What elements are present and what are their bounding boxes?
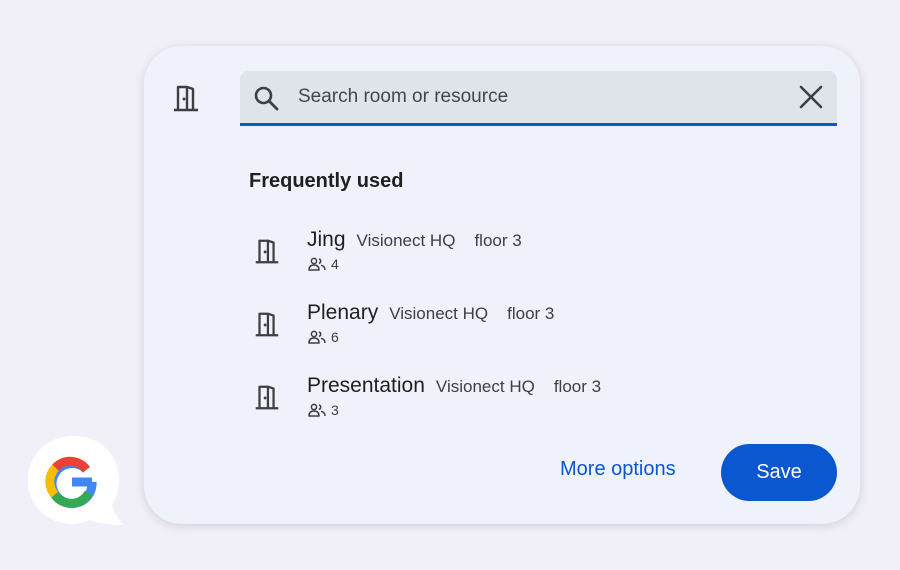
room-item-plenary[interactable]: Plenary Visionect HQ floor 3 6 xyxy=(240,291,837,364)
room-building: Visionect HQ xyxy=(389,304,489,323)
room-name: Jing xyxy=(307,228,346,251)
door-icon xyxy=(255,239,279,264)
close-icon[interactable] xyxy=(797,83,825,111)
save-button[interactable]: Save xyxy=(721,444,837,501)
room-building: Visionect HQ xyxy=(356,231,456,250)
search-icon xyxy=(254,86,279,111)
room-picker-card: Frequently used Jing Visionect HQ floor … xyxy=(144,46,860,524)
door-icon xyxy=(255,385,279,410)
search-input[interactable] xyxy=(298,71,768,123)
people-icon xyxy=(308,257,326,271)
room-capacity: 4 xyxy=(331,256,339,272)
room-floor: floor 3 xyxy=(507,304,555,323)
people-icon xyxy=(308,330,326,344)
room-item-presentation[interactable]: Presentation Visionect HQ floor 3 3 xyxy=(240,364,837,437)
search-bar xyxy=(240,71,837,126)
room-list: Jing Visionect HQ floor 3 4 Plenary Visi… xyxy=(240,218,837,437)
room-capacity: 3 xyxy=(331,402,339,418)
more-options-button[interactable]: More options xyxy=(560,458,676,481)
room-building: Visionect HQ xyxy=(435,377,535,396)
google-logo-icon xyxy=(28,436,124,525)
people-icon xyxy=(308,403,326,417)
room-capacity: 6 xyxy=(331,329,339,345)
room-name: Presentation xyxy=(307,374,425,397)
door-icon xyxy=(174,85,198,112)
room-floor: floor 3 xyxy=(553,377,602,396)
room-item-jing[interactable]: Jing Visionect HQ floor 3 4 xyxy=(240,218,837,291)
door-icon xyxy=(255,312,279,337)
room-name: Plenary xyxy=(307,301,379,324)
room-floor: floor 3 xyxy=(474,231,522,250)
section-title: Frequently used xyxy=(249,170,404,192)
